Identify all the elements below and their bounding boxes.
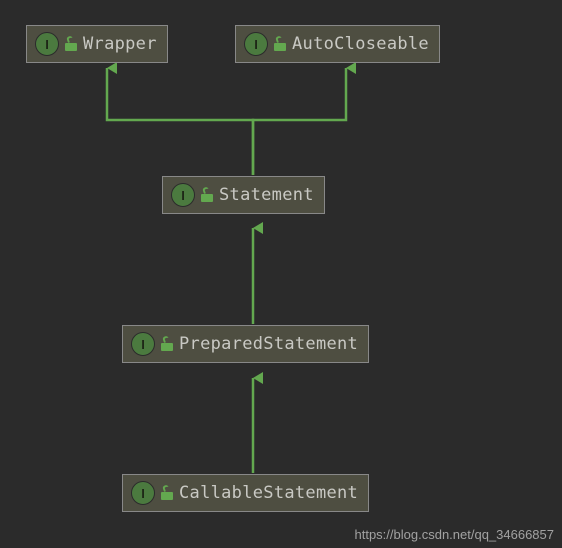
- watermark: https://blog.csdn.net/qq_34666857: [355, 527, 555, 542]
- interface-icon: I: [131, 332, 155, 356]
- edges-layer: [0, 0, 562, 548]
- lock-icon: [161, 337, 173, 351]
- lock-icon: [201, 188, 213, 202]
- lock-icon: [161, 486, 173, 500]
- interface-icon: I: [171, 183, 195, 207]
- edge-statement-autocloseable: [253, 68, 346, 175]
- node-label: AutoCloseable: [292, 34, 429, 54]
- node-label: PreparedStatement: [179, 334, 358, 354]
- interface-icon: I: [35, 32, 59, 56]
- node-label: Statement: [219, 185, 314, 205]
- class-hierarchy-diagram: I Wrapper I AutoCloseable I Statement I …: [0, 0, 562, 548]
- node-statement[interactable]: I Statement: [162, 176, 325, 214]
- interface-icon: I: [244, 32, 268, 56]
- interface-icon: I: [131, 481, 155, 505]
- edge-statement-wrapper: [107, 68, 253, 175]
- node-label: CallableStatement: [179, 483, 358, 503]
- node-wrapper[interactable]: I Wrapper: [26, 25, 168, 63]
- lock-icon: [65, 37, 77, 51]
- node-preparedstatement[interactable]: I PreparedStatement: [122, 325, 369, 363]
- node-label: Wrapper: [83, 34, 157, 54]
- lock-icon: [274, 37, 286, 51]
- node-autocloseable[interactable]: I AutoCloseable: [235, 25, 440, 63]
- node-callablestatement[interactable]: I CallableStatement: [122, 474, 369, 512]
